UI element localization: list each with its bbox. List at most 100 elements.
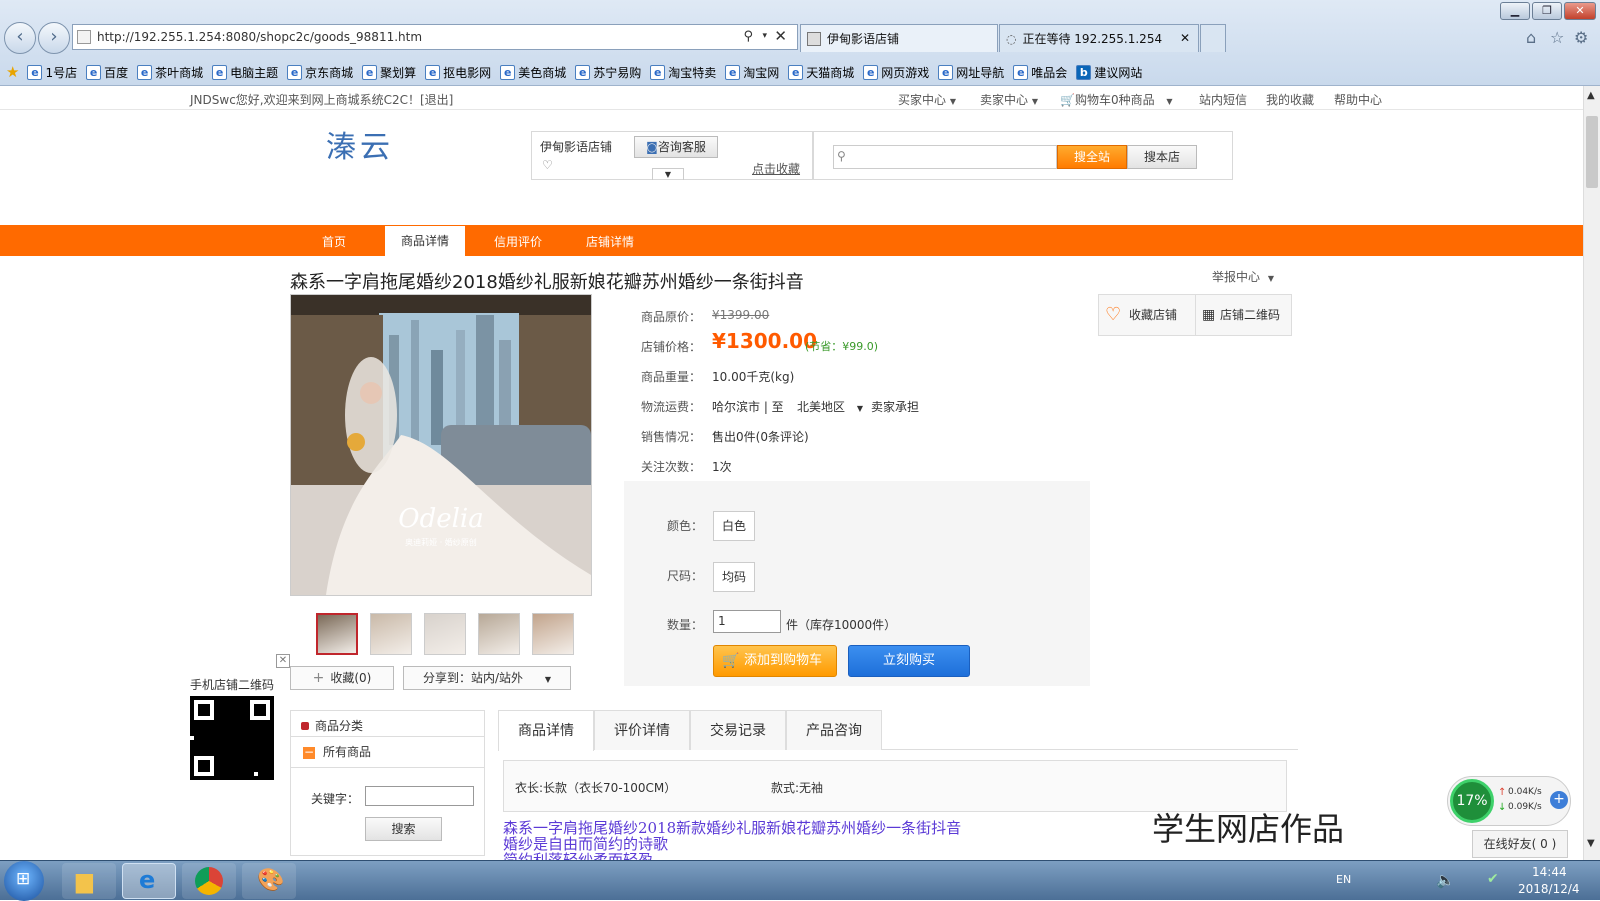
favorite-link[interactable]: b 建议网站 (1076, 64, 1142, 81)
start-button[interactable]: ⊞ (4, 861, 44, 901)
cart-link[interactable]: 🛒购物车0种商品 ▼ (1060, 91, 1173, 108)
help-center-link[interactable]: 帮助中心 (1334, 91, 1382, 108)
scroll-down-icon[interactable]: ▼ (1587, 838, 1595, 849)
favorite-link[interactable]: e 百度 (86, 64, 128, 81)
favorite-link[interactable]: e 1号店 (27, 64, 77, 81)
color-option-white[interactable]: 白色 (713, 511, 756, 541)
site-logo[interactable]: 溱云 (326, 122, 394, 166)
detail-tab[interactable]: 商品详情 (498, 710, 594, 751)
address-bar[interactable]: http://192.255.1.254:8080/shopc2c/goods_… (72, 24, 798, 50)
welcome-text[interactable]: JNDSwc您好,欢迎来到网上商城系统C2C！[退出] (190, 91, 453, 108)
share-dropdown[interactable]: 分享到：站内/站外 ▼ (403, 666, 571, 690)
messages-link[interactable]: 站内短信 (1199, 91, 1247, 108)
ie-page-icon: e (788, 64, 804, 80)
chrome-button[interactable] (182, 863, 236, 899)
network-monitor-widget[interactable]: 17% ↑ 0.04K/s ↓ 0.09K/s + (1447, 776, 1571, 826)
favorites-bar-star-icon[interactable]: ★ (6, 63, 19, 81)
favorites-star-icon[interactable]: ☆ (1550, 28, 1564, 47)
internet-explorer-button[interactable]: e (122, 863, 176, 899)
favorite-link[interactable]: e 茶叶商城 (137, 64, 203, 81)
nav-credit[interactable]: 信用评价 (494, 233, 542, 250)
buy-now-button[interactable]: 立刻购买 (848, 645, 970, 677)
collect-store-link[interactable]: 点击收藏 (752, 160, 800, 177)
favorite-link[interactable]: e 天猫商城 (788, 64, 854, 81)
network-status-icon[interactable]: ✔ (1487, 871, 1499, 887)
detail-tab[interactable]: 评价详情 (594, 710, 690, 750)
tab-loading[interactable]: ◌ 正在等待 192.255.1.254 ✕ (999, 24, 1199, 52)
quantity-input[interactable]: 1 (713, 610, 781, 633)
favorite-link[interactable]: e 聚划算 (362, 64, 416, 81)
scrollbar-thumb[interactable] (1586, 116, 1598, 188)
home-icon[interactable]: ⌂ (1526, 28, 1536, 47)
search-store-button[interactable]: 搜本店 (1127, 145, 1197, 169)
back-button[interactable]: ‹ (4, 22, 36, 54)
nav-home[interactable]: 首页 (322, 233, 346, 250)
dropdown-icon[interactable]: ▾ (762, 31, 767, 41)
favorite-link[interactable]: e 网址导航 (938, 64, 1004, 81)
minimize-button[interactable]: ▁ (1500, 2, 1530, 20)
heart-rate-icon: ♡ (542, 158, 553, 172)
category-search-button[interactable]: 搜索 (365, 817, 442, 841)
store-qr-button[interactable]: ▦ 店铺二维码 (1196, 295, 1292, 335)
file-explorer-button[interactable]: ▆ (62, 863, 116, 899)
language-indicator[interactable]: EN (1336, 873, 1351, 886)
favorite-link[interactable]: e 唯品会 (1013, 64, 1067, 81)
favorite-link[interactable]: e 淘宝特卖 (650, 64, 716, 81)
favorite-link[interactable]: e 网页游戏 (863, 64, 929, 81)
favorite-link[interactable]: e 苏宁易购 (575, 64, 641, 81)
close-window-button[interactable]: ✕ (1564, 2, 1596, 20)
scroll-up-icon[interactable]: ▲ (1587, 90, 1595, 101)
tab-close-icon[interactable]: ✕ (1180, 31, 1190, 45)
product-thumbnail[interactable] (316, 613, 358, 655)
category-panel: 商品分类 − 所有商品 关键字： 搜索 (290, 710, 485, 856)
search-icon[interactable]: ⚲ (743, 29, 753, 44)
favorite-link[interactable]: e 京东商城 (287, 64, 353, 81)
online-friends-button[interactable]: 在线好友( 0 ) (1472, 830, 1568, 858)
new-tab-button[interactable] (1200, 24, 1226, 52)
favorite-link[interactable]: e 淘宝网 (725, 64, 779, 81)
paint-button[interactable]: 🎨 (242, 863, 296, 899)
product-thumbnail[interactable] (370, 613, 412, 655)
search-input[interactable]: ⚲ (833, 145, 1057, 169)
report-center-link[interactable]: 举报中心 ▼ (1212, 268, 1274, 285)
detail-tab[interactable]: 交易记录 (690, 710, 786, 750)
product-main-image[interactable]: Odelia 奥迪莉娅 · 婚纱原创 (290, 294, 592, 596)
favorite-store-button[interactable]: ♡ 收藏店铺 (1099, 295, 1196, 335)
tab-store[interactable]: 伊甸影语店铺 (800, 24, 998, 52)
close-qr-icon[interactable]: ✕ (276, 654, 290, 668)
favorite-label: 淘宝网 (743, 65, 780, 80)
nav-store-detail[interactable]: 店铺详情 (586, 233, 634, 250)
store-name[interactable]: 伊甸影语店铺 (540, 138, 612, 155)
volume-icon[interactable]: 🔈 (1436, 871, 1455, 889)
keyword-input[interactable] (365, 786, 474, 806)
my-favorites-link[interactable]: 我的收藏 (1266, 91, 1314, 108)
expand-chevron-icon[interactable]: ▼ (652, 168, 684, 180)
page-scrollbar[interactable]: ▲ ▼ (1583, 86, 1600, 860)
detail-tab[interactable]: 产品咨询 (786, 710, 882, 750)
favorite-link[interactable]: e 美色商城 (500, 64, 566, 81)
buyer-center-link[interactable]: 买家中心 ▼ (898, 91, 956, 108)
stop-icon[interactable]: ✕ (774, 27, 787, 45)
favorite-link[interactable]: e 电脑主题 (212, 64, 278, 81)
gear-icon[interactable]: ⚙ (1574, 28, 1588, 47)
boost-plus-icon[interactable]: + (1550, 791, 1568, 809)
chrome-icon (195, 867, 223, 895)
forward-button[interactable]: › (38, 22, 70, 54)
nav-product-detail[interactable]: 商品详情 (385, 226, 466, 256)
category-all-item[interactable]: − 所有商品 (303, 743, 371, 760)
consult-service-button[interactable]: ◙咨询客服 (634, 136, 718, 158)
clock-time[interactable]: 14:44 (1532, 865, 1567, 879)
clock-date[interactable]: 2018/12/4 (1518, 882, 1580, 896)
shipping-destination-select[interactable]: 北美地区 ▼ (797, 398, 863, 415)
product-thumbnail[interactable] (478, 613, 520, 655)
seller-center-link[interactable]: 卖家中心 ▼ (980, 91, 1038, 108)
search-all-button[interactable]: 搜全站 (1057, 145, 1127, 169)
size-option[interactable]: 均码 (713, 562, 756, 592)
collect-product-button[interactable]: + 收藏(0) (290, 666, 394, 690)
add-to-cart-button[interactable]: 🛒 添加到购物车 (713, 645, 837, 677)
follow-value: 1次 (712, 460, 732, 474)
product-thumbnail[interactable] (532, 613, 574, 655)
product-thumbnail[interactable] (424, 613, 466, 655)
maximize-button[interactable]: ❐ (1532, 2, 1562, 20)
favorite-link[interactable]: e 抠电影网 (425, 64, 491, 81)
